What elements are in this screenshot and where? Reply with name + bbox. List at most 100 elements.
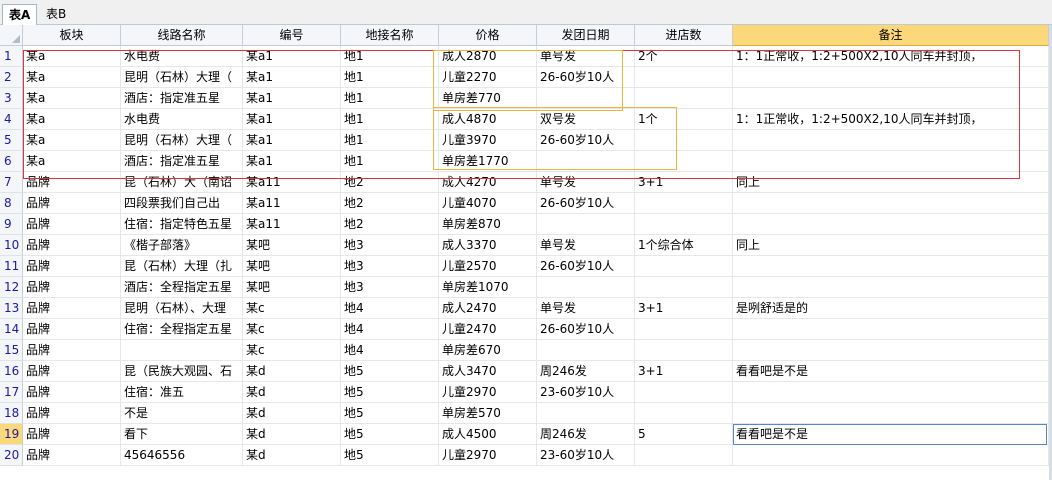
grid-cell[interactable]: 品牌 [23,277,121,298]
grid-cell[interactable]: 23-60岁10人 [537,445,635,466]
row-header[interactable]: 11 [0,256,23,277]
grid-cell[interactable]: 儿童2470 [439,319,537,340]
grid-cell[interactable]: 地2 [341,193,439,214]
grid-cell[interactable]: 品牌 [23,319,121,340]
grid-cell[interactable]: 地1 [341,46,439,67]
grid-cell[interactable]: 26-60岁10人 [537,256,635,277]
grid-cell[interactable] [733,130,1049,151]
grid-cell[interactable]: 地1 [341,130,439,151]
grid-cell[interactable]: 单房差770 [439,88,537,109]
grid-cell[interactable] [635,445,733,466]
grid-cell[interactable] [733,256,1049,277]
grid-cell[interactable] [121,340,243,361]
grid-cell[interactable] [733,319,1049,340]
grid-cell[interactable]: 周246发 [537,361,635,382]
grid-cell[interactable]: 某a1 [243,88,341,109]
grid-cell[interactable]: 某a [23,130,121,151]
grid-cell[interactable]: 成人4870 [439,109,537,130]
grid-cell[interactable]: 不是 [121,403,243,424]
column-header[interactable]: 备注 [733,25,1049,46]
grid-cell[interactable]: 某a11 [243,172,341,193]
grid-cell[interactable]: 某a11 [243,214,341,235]
grid-cell[interactable]: 26-60岁10人 [537,193,635,214]
grid-cell[interactable] [635,319,733,340]
grid-cell[interactable]: 某d [243,424,341,445]
grid-cell[interactable]: 水电费 [121,46,243,67]
grid-cell[interactable] [733,214,1049,235]
grid-cell[interactable]: 品牌 [23,340,121,361]
grid-cell[interactable] [635,382,733,403]
row-header[interactable]: 9 [0,214,23,235]
grid-cell[interactable]: 品牌 [23,361,121,382]
grid-cell[interactable]: 单房差870 [439,214,537,235]
grid-cell[interactable]: 品牌 [23,214,121,235]
row-header[interactable]: 20 [0,445,23,466]
grid-cell[interactable]: 昆明（石林）大理（ [121,67,243,88]
grid-cell[interactable]: 26-60岁10人 [537,319,635,340]
grid-cell[interactable] [537,151,635,172]
grid-cell[interactable]: 某d [243,403,341,424]
grid-cell[interactable] [733,277,1049,298]
grid-cell[interactable]: 品牌 [23,403,121,424]
grid-cell[interactable] [635,403,733,424]
grid-cell[interactable]: 26-60岁10人 [537,130,635,151]
grid-cell[interactable]: 住宿：指定特色五星 [121,214,243,235]
row-header[interactable]: 6 [0,151,23,172]
column-header[interactable]: 价格 [439,25,537,46]
grid-cell[interactable]: 看下 [121,424,243,445]
grid-cell[interactable]: 儿童2970 [439,445,537,466]
grid-cell[interactable]: 水电费 [121,109,243,130]
grid-cell[interactable]: 儿童2270 [439,67,537,88]
grid-cell[interactable]: 儿童2970 [439,382,537,403]
grid-cell[interactable] [733,151,1049,172]
grid-cell[interactable]: 地4 [341,319,439,340]
grid-cell[interactable]: 某吧 [243,277,341,298]
grid-cell[interactable] [635,340,733,361]
grid-cell[interactable]: 酒店：指定准五星 [121,88,243,109]
row-header[interactable]: 10 [0,235,23,256]
grid-cell[interactable]: 3+1 [635,361,733,382]
grid-cell[interactable]: 昆（石林）大（南诏 [121,172,243,193]
grid-cell[interactable]: 单房差1770 [439,151,537,172]
grid-cell[interactable]: 周246发 [537,424,635,445]
grid-cell[interactable] [733,445,1049,466]
column-header[interactable]: 线路名称 [121,25,243,46]
grid-cell[interactable]: 昆明（石林）、大理 [121,298,243,319]
grid-cell[interactable]: 某a [23,67,121,88]
grid-cell[interactable] [537,277,635,298]
row-header[interactable]: 18 [0,403,23,424]
grid-cell[interactable]: 某a1 [243,46,341,67]
grid-cell[interactable]: 地1 [341,109,439,130]
row-header[interactable]: 4 [0,109,23,130]
grid-cell[interactable]: 某d [243,445,341,466]
grid-cell[interactable]: 单号发 [537,172,635,193]
grid-cell[interactable]: 单号发 [537,235,635,256]
row-header[interactable]: 19 [0,424,23,445]
sheet-tab-b[interactable]: 表B [40,4,72,24]
grid-cell[interactable] [635,256,733,277]
grid-cell[interactable]: 某a11 [243,193,341,214]
grid-cell[interactable]: 单房差670 [439,340,537,361]
grid-cell[interactable]: 成人3370 [439,235,537,256]
grid-cell[interactable]: 地2 [341,172,439,193]
grid-cell[interactable]: 地3 [341,235,439,256]
grid-cell[interactable] [537,403,635,424]
grid-cell[interactable]: 单号发 [537,298,635,319]
row-header[interactable]: 17 [0,382,23,403]
grid-cell[interactable]: 地5 [341,382,439,403]
grid-cell[interactable]: 地1 [341,151,439,172]
grid-cell[interactable]: 同上 [733,172,1049,193]
column-header[interactable]: 编号 [243,25,341,46]
grid-cell[interactable]: 地1 [341,88,439,109]
grid-cell[interactable]: 是咧舒适是的 [733,298,1049,319]
grid-cell[interactable]: 单房差1070 [439,277,537,298]
grid-cell[interactable]: 某a [23,151,121,172]
grid-cell[interactable]: 地3 [341,277,439,298]
grid-cell[interactable]: 地5 [341,445,439,466]
row-header[interactable]: 15 [0,340,23,361]
grid-cell[interactable]: 儿童3970 [439,130,537,151]
grid-cell[interactable]: 单号发 [537,46,635,67]
grid-cell[interactable]: 同上 [733,235,1049,256]
grid-cell[interactable]: 住宿：准五 [121,382,243,403]
grid-cell[interactable]: 某a1 [243,130,341,151]
